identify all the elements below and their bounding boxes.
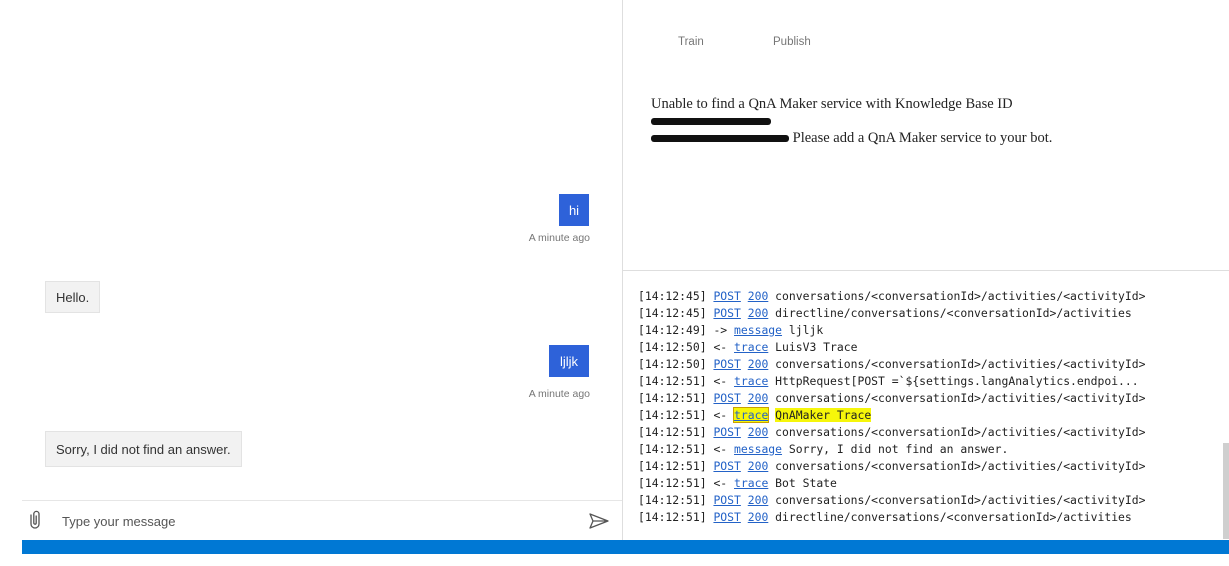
log-activity-link[interactable]: POST <box>713 357 740 371</box>
log-line: [14:12:51] <- message Sorry, I did not f… <box>638 441 1223 458</box>
log-lines: [14:12:45] POST 200 conversations/<conve… <box>638 289 1223 526</box>
log-text: conversations/<conversationId>/activitie… <box>775 425 1146 439</box>
log-timestamp: [14:12:51] <box>638 459 714 473</box>
log-line: [14:12:51] POST 200 conversations/<conve… <box>638 458 1223 475</box>
log-text: Bot State <box>775 476 837 490</box>
log-text: HttpRequest[POST =`${settings.langAnalyt… <box>775 374 1139 388</box>
log-direction: <- <box>713 476 735 490</box>
log-activity-link[interactable]: trace <box>734 476 768 490</box>
log-direction: <- <box>713 408 735 422</box>
log-activity-link[interactable]: POST <box>713 391 740 405</box>
log-line: [14:12:51] <- trace HttpRequest[POST =`$… <box>638 373 1223 390</box>
log-text: ljljk <box>788 323 824 337</box>
log-line: [14:12:45] POST 200 directline/conversat… <box>638 305 1223 322</box>
log-text: directline/conversations/<conversationId… <box>775 510 1132 524</box>
log-line: [14:12:45] POST 200 conversations/<conve… <box>638 288 1223 305</box>
log-status-code: 200 <box>747 391 769 405</box>
paperclip-icon[interactable] <box>26 509 44 531</box>
log-text: LuisV3 Trace <box>775 340 858 354</box>
train-button[interactable]: Train <box>678 36 704 48</box>
log-line: [14:12:50] <- trace LuisV3 Trace <box>638 339 1223 356</box>
send-icon[interactable] <box>588 511 610 531</box>
log-activity-link[interactable]: POST <box>713 493 740 507</box>
log-activity-link[interactable]: POST <box>713 510 740 524</box>
log-text: Sorry, I did not find an answer. <box>788 442 1009 456</box>
error-text-part1: Unable to find a QnA Maker service with … <box>651 96 1013 112</box>
log-status-code: 200 <box>747 289 769 303</box>
log-timestamp: [14:12:45] <box>638 306 714 320</box>
log-status-code: 200 <box>747 357 769 371</box>
log-status-code: 200 <box>747 425 769 439</box>
bot-message-bubble: Sorry, I did not find an answer. <box>45 431 242 467</box>
log-timestamp: [14:12:50] <box>638 357 714 371</box>
log-line: [14:12:51] POST 200 conversations/<conve… <box>638 424 1223 441</box>
log-line: [14:12:51] <- trace Bot State <box>638 475 1223 492</box>
log-status-code: 200 <box>747 493 769 507</box>
log-text: directline/conversations/<conversationId… <box>775 306 1132 320</box>
log-activity-link[interactable]: message <box>734 442 782 456</box>
log-line: [14:12:51] POST 200 conversations/<conve… <box>638 390 1223 407</box>
log-activity-link[interactable]: POST <box>713 425 740 439</box>
log-panel: [14:12:45] POST 200 conversations/<conve… <box>623 271 1229 540</box>
log-text: conversations/<conversationId>/activitie… <box>775 357 1146 371</box>
log-text: conversations/<conversationId>/activitie… <box>775 493 1146 507</box>
log-timestamp: [14:12:51] <box>638 493 714 507</box>
chat-pane: hi A minute ago Hello. ljljk A minute ag… <box>0 0 622 540</box>
user-message-bubble: hi <box>559 194 589 226</box>
redacted-id <box>651 135 789 143</box>
log-text: conversations/<conversationId>/activitie… <box>775 391 1146 405</box>
log-activity-link[interactable]: POST <box>713 306 740 320</box>
log-line: [14:12:51] <- trace QnAMaker Trace <box>638 407 1223 424</box>
message-composer <box>22 500 622 540</box>
log-timestamp: [14:12:51] <box>638 476 714 490</box>
bot-message-bubble: Hello. <box>45 281 101 313</box>
log-timestamp: [14:12:51] <box>638 425 714 439</box>
log-line: [14:12:49] -> message ljljk <box>638 322 1223 339</box>
log-direction: -> <box>713 323 735 337</box>
log-direction: <- <box>713 374 735 388</box>
log-text: conversations/<conversationId>/activitie… <box>775 289 1146 303</box>
message-timestamp: A minute ago <box>528 232 590 244</box>
log-status-code: 200 <box>747 306 769 320</box>
log-activity-link[interactable]: message <box>734 323 782 337</box>
log-activity-link[interactable]: trace <box>734 374 768 388</box>
log-text: QnAMaker Trace <box>775 408 872 422</box>
log-timestamp: [14:12:50] <box>638 340 714 354</box>
log-timestamp: [14:12:51] <box>638 391 714 405</box>
log-status-code: 200 <box>747 510 769 524</box>
log-timestamp: [14:12:45] <box>638 289 714 303</box>
message-input[interactable] <box>62 507 562 535</box>
log-direction: <- <box>713 340 735 354</box>
log-activity-link[interactable]: trace <box>734 340 768 354</box>
error-message: Unable to find a QnA Maker service with … <box>651 96 1121 147</box>
log-timestamp: [14:12:49] <box>638 323 714 337</box>
log-text: conversations/<conversationId>/activitie… <box>775 459 1146 473</box>
log-line: [14:12:50] POST 200 conversations/<conve… <box>638 356 1223 373</box>
log-timestamp: [14:12:51] <box>638 510 714 524</box>
log-status-code: 200 <box>747 459 769 473</box>
log-activity-link[interactable]: POST <box>713 459 740 473</box>
log-line: [14:12:51] POST 200 conversations/<conve… <box>638 492 1223 509</box>
log-scrollbar[interactable] <box>1223 443 1229 539</box>
log-activity-link[interactable]: POST <box>713 289 740 303</box>
error-text-part2: Please add a QnA Maker service to your b… <box>792 130 1053 146</box>
status-bar <box>22 540 1229 554</box>
message-timestamp: A minute ago <box>528 388 590 400</box>
publish-button[interactable]: Publish <box>773 36 811 48</box>
log-activity-link[interactable]: trace <box>733 407 770 423</box>
redacted-id <box>651 118 771 126</box>
inspector-pane: Train Publish Unable to find a QnA Maker… <box>623 0 1229 270</box>
user-message-bubble: ljljk <box>549 345 589 377</box>
log-direction: <- <box>713 442 735 456</box>
log-timestamp: [14:12:51] <box>638 374 714 388</box>
log-line: [14:12:51] POST 200 directline/conversat… <box>638 509 1223 526</box>
log-timestamp: [14:12:51] <box>638 408 714 422</box>
log-timestamp: [14:12:51] <box>638 442 714 456</box>
